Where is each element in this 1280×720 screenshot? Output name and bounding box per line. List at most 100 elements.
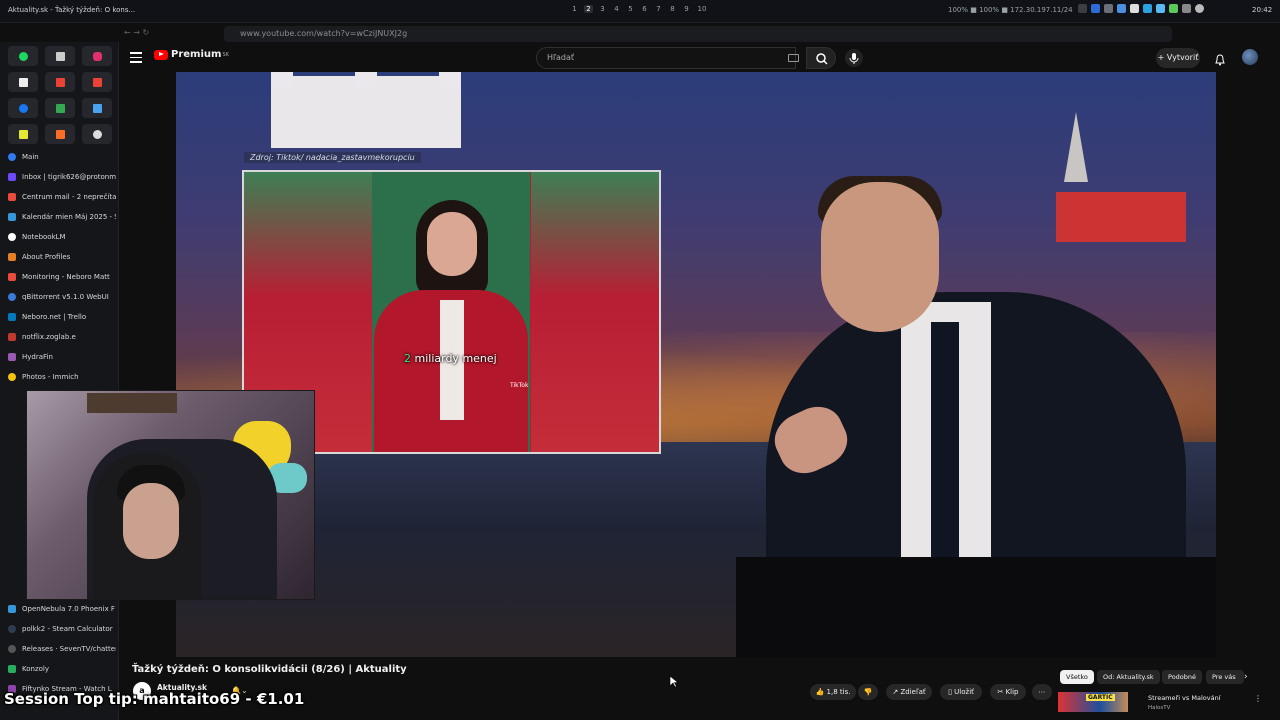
more-actions-button[interactable]: ⋯ (1032, 684, 1052, 700)
gmail-icon (92, 77, 102, 87)
video-player[interactable]: Zdroj: Tiktok/ nadacia_zastavmekorupciu … (176, 72, 1216, 657)
recommended-thumbnail: GARTIC (1058, 692, 1128, 712)
voice-search-button[interactable] (845, 49, 863, 67)
pinned-tab-app[interactable] (8, 124, 38, 144)
sidebar-tab-main[interactable]: Main (8, 148, 116, 166)
sync-icon[interactable] (1169, 4, 1178, 13)
sidebar-tab[interactable]: Konzoly (8, 660, 116, 678)
dislike-button[interactable]: 👎 (858, 684, 878, 700)
menu-icon[interactable] (130, 52, 142, 63)
cloud-icon[interactable] (1156, 4, 1165, 13)
keyboard-icon[interactable] (788, 54, 799, 62)
sidebar-tab[interactable]: polkk2 - Steam Calculator (8, 620, 116, 638)
sidebar-tab[interactable]: HydraFin (8, 348, 116, 366)
chip-for-you[interactable]: Pre vás (1206, 670, 1244, 684)
pinned-tab-x[interactable] (8, 72, 38, 92)
chip-all[interactable]: Všetko (1060, 670, 1094, 684)
chip-related[interactable]: Podobné (1162, 670, 1203, 684)
create-button[interactable]: + Vytvoriť (1156, 48, 1200, 68)
workspace-4[interactable]: 4 (612, 5, 621, 13)
pinned-tab-spotify[interactable] (8, 46, 38, 66)
pinned-tab-docs[interactable] (82, 98, 112, 118)
search-icon (816, 53, 828, 65)
workspace-1[interactable]: 1 (570, 5, 579, 13)
plus-icon: + (1157, 53, 1167, 62)
shield-icon[interactable] (1091, 4, 1100, 13)
pinned-tab-messenger[interactable] (8, 98, 38, 118)
workspace-2[interactable]: 2 (584, 5, 593, 13)
reload-icon[interactable]: ← → ↻ (124, 28, 149, 37)
workspace-7[interactable]: 7 (654, 5, 663, 13)
workspace-8[interactable]: 8 (668, 5, 677, 13)
youtube-play-icon (154, 49, 168, 60)
sidebar-tab[interactable]: NotebookLM (8, 228, 116, 246)
like-button[interactable]: 👍 1,8 tis. (810, 684, 856, 700)
sidebar-tab[interactable]: Inbox | tigrik626@protonm (8, 168, 116, 186)
video-title: Ťažký týždeň: O konsolikvidácii (8/26) |… (132, 664, 407, 675)
clock: 20:42 (1252, 6, 1273, 14)
pinned-tab-drive[interactable] (45, 98, 75, 118)
kebab-menu-icon[interactable]: ⋮ (1254, 694, 1262, 703)
proton-icon (8, 173, 16, 181)
sidebar-tab[interactable]: notflix.zoglab.e (8, 328, 116, 346)
workspace-10[interactable]: 10 (696, 5, 708, 13)
steam-icon (8, 625, 16, 633)
sidebar-tab[interactable]: Monitoring - Neboro Matt (8, 268, 116, 286)
search-input[interactable]: Hľadať (536, 47, 796, 69)
castle-tower (271, 72, 293, 90)
qbittorrent-icon (8, 293, 16, 301)
messenger-icon (18, 103, 28, 113)
sidebar-tab[interactable]: qBittorrent v5.1.0 WebUI (8, 288, 116, 306)
chip-from-channel[interactable]: Od: Aktuality.sk (1097, 670, 1160, 684)
workspace-5[interactable]: 5 (626, 5, 635, 13)
phone-icon[interactable] (1130, 4, 1139, 13)
network-icon[interactable] (1143, 4, 1152, 13)
webcam-overlay (26, 390, 315, 600)
speaker-icon (55, 51, 65, 61)
pinned-tab-gmail-2[interactable] (82, 72, 112, 92)
pinned-tab-audio[interactable] (45, 46, 75, 66)
source-caption: Zdroj: Tiktok/ nadacia_zastavmekorupciu (244, 152, 421, 163)
telegram-icon[interactable] (1117, 4, 1126, 13)
news-desk (736, 557, 1216, 657)
account-avatar[interactable] (1242, 49, 1258, 65)
workspace-6[interactable]: 6 (640, 5, 649, 13)
pinned-tab-gmail[interactable] (45, 72, 75, 92)
system-tray[interactable] (1078, 4, 1204, 13)
workspace-switcher[interactable]: 1 2 3 4 5 6 7 8 9 10 (570, 5, 708, 13)
save-button[interactable]: ▯ Uložiť (940, 684, 982, 700)
sidebar-tab[interactable]: OpenNebula 7.0 Phoenix F (8, 600, 116, 618)
sidebar-tab[interactable]: About Profiles (8, 248, 116, 266)
pinned-tab-gitlab[interactable] (45, 124, 75, 144)
notifications-button[interactable] (1214, 51, 1226, 66)
sidebar-tab[interactable]: Centrum mail - 2 neprečíta (8, 188, 116, 206)
search-button[interactable] (806, 47, 836, 69)
youtube-logo[interactable]: Premium SK (154, 49, 229, 60)
url-field[interactable]: www.youtube.com/watch?v=wCziJNUXJ2g (224, 26, 1172, 42)
speaker-face (427, 212, 477, 276)
workspace-9[interactable]: 9 (682, 5, 691, 13)
settings-icon[interactable] (1104, 4, 1113, 13)
mute-icon[interactable] (1182, 4, 1191, 13)
scissors-icon: ✂ (997, 688, 1006, 696)
presenter-face (821, 182, 939, 332)
sidebar-tab[interactable]: Releases · SevenTV/chatter (8, 640, 116, 658)
sidebar-tab[interactable]: Kalendár mien Máj 2025 - S (8, 208, 116, 226)
recommended-video[interactable]: GARTIC Streameři vs Malování HalosTV ⋮ (1058, 692, 1262, 714)
share-button[interactable]: ↗ Zdieľať (886, 684, 932, 700)
chevron-right-icon[interactable]: › (1244, 672, 1248, 682)
clip-button[interactable]: ✂ Klip (990, 684, 1026, 700)
presenter-tie (931, 322, 959, 582)
app-icon (18, 129, 28, 139)
cathedral-roof (1056, 192, 1186, 242)
recommended-channel: HalosTV (1148, 705, 1171, 711)
sidebar-tab[interactable]: Neboro.net | Trello (8, 308, 116, 326)
power-icon[interactable] (1195, 4, 1204, 13)
sidebar-tab[interactable]: Photos - Immich (8, 368, 116, 386)
pinned-tab-github[interactable] (82, 124, 112, 144)
thumbs-down-icon: 👎 (863, 688, 873, 696)
pinned-tab-instagram[interactable] (82, 46, 112, 66)
window-title: Aktuality.sk - Ťažký týždeň: O kons... (8, 6, 136, 14)
tray-icon[interactable] (1078, 4, 1087, 13)
workspace-3[interactable]: 3 (598, 5, 607, 13)
